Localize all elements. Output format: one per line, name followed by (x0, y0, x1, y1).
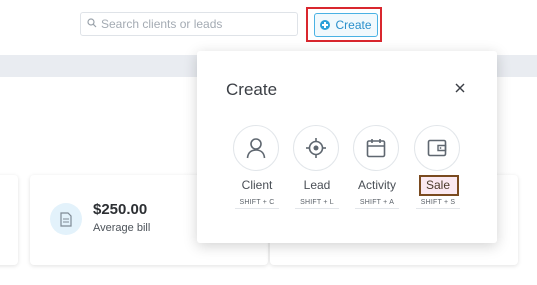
shortcut-hint: SHIFT + A (359, 199, 395, 206)
user-icon (233, 125, 279, 171)
search-box[interactable] (80, 12, 298, 36)
average-bill-label: Average bill (93, 222, 151, 234)
create-option-sale[interactable]: Sale SHIFT + S (408, 125, 468, 215)
divider (295, 208, 339, 209)
document-icon (50, 203, 82, 235)
create-option-label: Client (241, 178, 273, 192)
create-option-label: Activity (357, 178, 396, 192)
create-modal: Create Client SHIFT + C Lead SHIFT + L A… (197, 51, 497, 243)
create-button[interactable]: Create (314, 13, 378, 37)
divider (355, 208, 399, 209)
modal-pointer (337, 44, 351, 51)
divider (235, 208, 279, 209)
close-button[interactable] (453, 81, 467, 95)
close-icon (455, 83, 465, 93)
create-option-client[interactable]: Client SHIFT + C (227, 125, 287, 215)
shortcut-hint: SHIFT + S (420, 199, 456, 206)
shortcut-hint: SHIFT + C (239, 199, 275, 206)
create-option-activity[interactable]: Activity SHIFT + A (347, 125, 407, 215)
crosshair-icon (293, 125, 339, 171)
average-bill-amount: $250.00 (93, 201, 148, 218)
wallet-icon (414, 125, 460, 171)
create-button-label: Create (335, 18, 372, 32)
create-option-label: Lead (303, 178, 331, 192)
shortcut-hint: SHIFT + L (300, 199, 334, 206)
search-icon (87, 15, 97, 33)
search-input[interactable] (97, 17, 291, 31)
create-option-lead[interactable]: Lead SHIFT + L (287, 125, 347, 215)
divider (416, 208, 460, 209)
plus-circle-icon (320, 20, 331, 30)
modal-title: Create (226, 80, 278, 99)
create-option-label: Sale (425, 178, 451, 192)
calendar-icon (353, 125, 399, 171)
stat-card-partial-left (0, 175, 18, 265)
